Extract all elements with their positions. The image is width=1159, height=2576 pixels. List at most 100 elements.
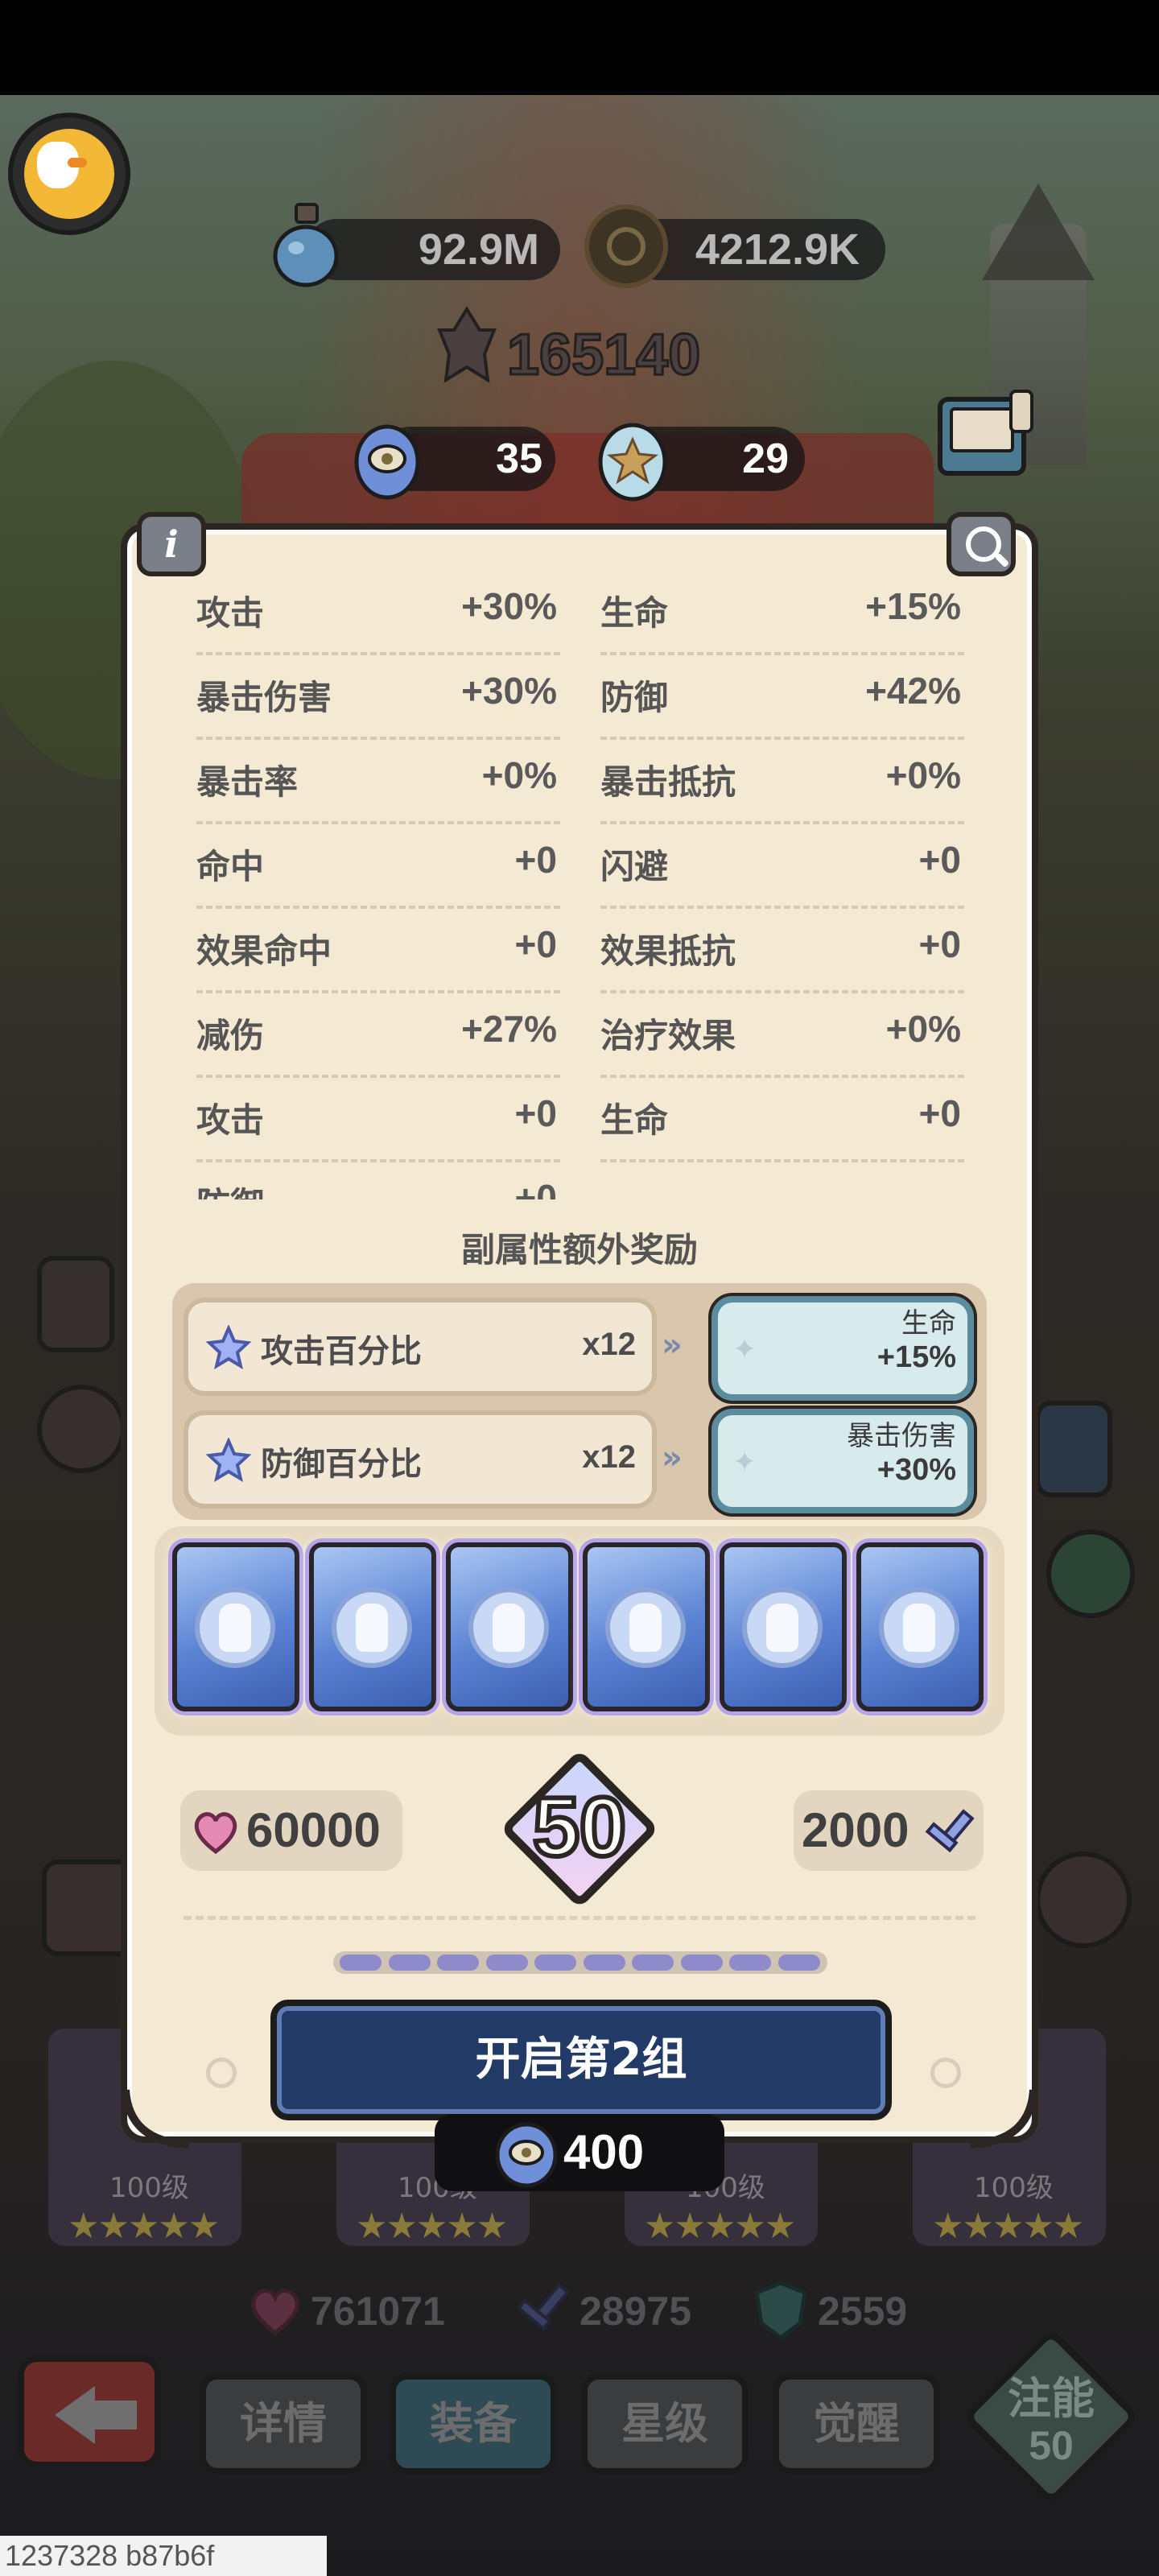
bonus-multiplier: x12 <box>582 1439 636 1475</box>
hero-stars: ★★★★★ <box>68 2206 220 2247</box>
book-icon[interactable] <box>934 388 1038 483</box>
stat-value: +0 <box>514 923 557 965</box>
build-id: 1237328 b87b6f <box>0 2536 327 2576</box>
open-group-button[interactable]: 开启第2组 <box>270 2000 892 2120</box>
card-figure-icon <box>219 1604 251 1652</box>
card-slot[interactable] <box>446 1542 573 1711</box>
right-ornament-icon <box>930 2058 961 2088</box>
progress-segment <box>485 1955 528 1971</box>
total-attack: 28975 <box>580 2289 692 2334</box>
sword-icon <box>516 2282 571 2331</box>
blue-egg-icon <box>354 424 420 500</box>
side-helmet-button[interactable] <box>1035 1401 1112 1497</box>
hero-stars: ★★★★★ <box>644 2206 796 2247</box>
stat-label: 命中 <box>196 847 265 886</box>
sparkle-icon: ✦ <box>732 1333 757 1366</box>
stat-row: 治疗效果 +0% <box>600 994 964 1078</box>
stat-row: 生命 +15% <box>600 572 964 655</box>
info-button[interactable]: i <box>137 512 206 576</box>
star-egg-icon[interactable] <box>594 419 671 502</box>
side-item-button[interactable] <box>37 1385 126 1473</box>
tab-label: 星级 <box>621 2398 708 2449</box>
star-egg-count: 29 <box>742 436 789 482</box>
stat-row: 防御 +0 <box>196 1163 560 1199</box>
stat-value: +0 <box>918 1092 961 1134</box>
side-refresh-button[interactable] <box>1035 1852 1132 1948</box>
reward-label: 暴击伤害 <box>847 1420 956 1452</box>
bonus-reward-attack: ✦ 生命 +15% <box>711 1296 974 1401</box>
card-slot[interactable] <box>172 1542 299 1711</box>
total-hp: 761071 <box>311 2289 445 2334</box>
hero-stars: ★★★★★ <box>356 2206 508 2247</box>
stat-row: 效果抵抗 +0 <box>600 910 964 993</box>
tab-equipment[interactable]: 装备 <box>390 2373 557 2475</box>
progress-segment <box>388 1955 431 1971</box>
tab-awaken[interactable]: 觉醒 <box>773 2373 940 2475</box>
hero-level: 100级 <box>974 2172 1054 2204</box>
stat-value: +0 <box>514 1177 557 1199</box>
reward-value: +15% <box>876 1340 956 1374</box>
stat-value: +0 <box>918 923 961 965</box>
stat-label: 防御 <box>196 1178 264 1199</box>
power-icon <box>437 306 497 383</box>
bonus-title: 副属性额外奖励 <box>460 1230 698 1269</box>
player-avatar[interactable] <box>8 113 130 235</box>
card-slot[interactable] <box>583 1542 710 1711</box>
stat-label: 攻击 <box>196 1100 265 1140</box>
stat-label: 防御 <box>600 678 669 717</box>
card-slot[interactable] <box>309 1542 436 1711</box>
sword-cost: 2000 <box>794 1790 984 1871</box>
bonus-reward-defense: ✦ 暴击伤害 +30% <box>711 1409 974 1513</box>
back-button[interactable] <box>18 2355 161 2468</box>
combat-power: 165140 <box>506 322 702 389</box>
open-button-label: 开启第2组 <box>475 2033 687 2086</box>
stat-value: +30% <box>461 585 557 627</box>
stat-row: 攻击 +0 <box>196 1079 560 1162</box>
progress-bar <box>333 1951 827 1974</box>
card-figure-icon <box>766 1604 798 1652</box>
coin-amount: 4212.9K <box>695 225 860 274</box>
card-slot[interactable] <box>856 1542 984 1711</box>
side-shield-button[interactable] <box>1046 1530 1135 1618</box>
progress-segment <box>680 1955 723 1971</box>
progress-segment <box>534 1955 576 1971</box>
progress-segment <box>632 1955 674 1971</box>
potion-icon <box>273 203 339 287</box>
blue-egg-icon <box>495 2122 558 2188</box>
hero-level: 100级 <box>109 2172 189 2204</box>
stat-label: 闪避 <box>600 847 669 886</box>
stat-label: 攻击 <box>196 593 265 633</box>
card-slot[interactable] <box>720 1542 847 1711</box>
hero-stars: ★★★★★ <box>932 2206 1084 2247</box>
level-value: 50 <box>530 1778 629 1876</box>
tab-stars[interactable]: 星级 <box>581 2373 749 2475</box>
sword-cost-value: 2000 <box>802 1803 909 1857</box>
stat-row: 暴击抵抗 +0% <box>600 741 964 824</box>
energy-button[interactable]: 注能 50 <box>962 2327 1140 2506</box>
progress-segment <box>340 1955 382 1971</box>
reward-label: 生命 <box>901 1307 956 1340</box>
duck-beak-icon <box>68 158 87 167</box>
stat-label: 暴击率 <box>196 762 299 802</box>
stat-label: 暴击伤害 <box>196 678 332 717</box>
tab-details[interactable]: 详情 <box>200 2373 367 2475</box>
stat-label: 暴击抵抗 <box>600 762 736 802</box>
left-ornament-icon <box>206 2058 237 2088</box>
stats-list: 攻击 +30% 生命 +15% 暴击伤害 +30% 防御 +42% 暴击率 +0% 暴击抵抗 +0% 命… <box>196 572 969 1199</box>
side-armor-button[interactable] <box>37 1256 114 1352</box>
bonus-row-defense: 防御百分比 x12 <box>184 1410 657 1509</box>
stat-value: +0% <box>481 754 557 796</box>
stat-row: 效果命中 +0 <box>196 910 560 993</box>
search-button[interactable] <box>947 512 1016 576</box>
bonus-multiplier: x12 <box>582 1327 636 1362</box>
stat-row: 命中 +0 <box>196 825 560 909</box>
double-arrow-icon: » <box>662 1327 683 1364</box>
total-defense: 2559 <box>818 2289 908 2334</box>
stat-value: +27% <box>461 1008 557 1050</box>
back-arrow-tail <box>92 2401 137 2429</box>
stat-value: +42% <box>865 670 961 712</box>
stat-value: +0% <box>885 1008 961 1050</box>
stat-value: +0 <box>514 839 557 881</box>
progress-segment <box>729 1955 771 1971</box>
corner-ornament-icon <box>970 2089 1037 2149</box>
